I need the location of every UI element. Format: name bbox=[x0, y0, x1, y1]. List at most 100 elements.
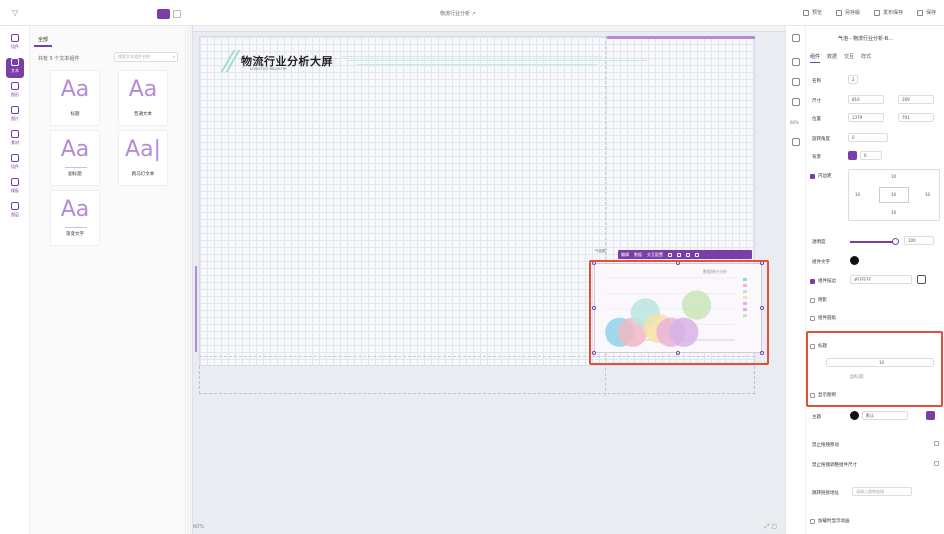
theme-select[interactable]: 默认 bbox=[862, 411, 908, 420]
panel-toggle-button[interactable] bbox=[157, 9, 170, 19]
text-card-normal[interactable]: Aa 普通文本 bbox=[118, 70, 168, 126]
canvas-area[interactable]: 物流行业分析大屏 LOGISTICS INDUSTRY 气泡图 编辑 数据 交互… bbox=[187, 26, 785, 534]
document-title[interactable]: 物流行业分析 ↗ bbox=[440, 10, 476, 17]
rotate-label: 旋转角度 bbox=[812, 137, 830, 142]
pos-y-field[interactable]: 791 bbox=[898, 113, 934, 122]
chart-legend-swatch bbox=[743, 302, 747, 305]
opacity-slider[interactable] bbox=[850, 241, 894, 243]
copy-icon[interactable] bbox=[668, 252, 672, 257]
chart-bubble[interactable] bbox=[681, 290, 712, 320]
save-as-button[interactable]: 另存版 bbox=[835, 9, 860, 16]
zoom-percent[interactable]: 60% bbox=[790, 120, 799, 125]
font-color-label: 组件文字 bbox=[812, 260, 830, 265]
padding-editor[interactable]: 10 10 10 10 10 bbox=[848, 169, 940, 221]
lock-move-checkbox[interactable] bbox=[934, 441, 939, 446]
dashboard-subtitle[interactable]: LOGISTICS INDUSTRY bbox=[250, 67, 287, 71]
zoom-in-icon[interactable] bbox=[792, 98, 800, 106]
text-card-gradient[interactable]: Aa 渐变文字 bbox=[50, 190, 100, 246]
rail-item-images[interactable]: 图片 bbox=[6, 106, 24, 126]
theme-color-swatch[interactable] bbox=[850, 411, 859, 420]
chart-legend-swatch bbox=[743, 314, 747, 317]
rail-item-text[interactable]: 文本 bbox=[6, 58, 24, 78]
app-logo-icon[interactable]: ▽ bbox=[12, 9, 20, 17]
preview-button[interactable]: 预览 bbox=[802, 9, 822, 16]
resize-handle[interactable] bbox=[592, 306, 596, 310]
title-label: 标题 bbox=[818, 344, 827, 349]
text-card-title[interactable]: Aa 标题 bbox=[50, 70, 100, 126]
chart-legend-swatch bbox=[743, 284, 747, 287]
border-checkbox[interactable] bbox=[810, 279, 815, 284]
border-color-swatch[interactable] bbox=[917, 275, 926, 284]
rail-item-materials[interactable]: 素材 bbox=[6, 130, 24, 150]
rail-item-widgets[interactable]: 组件 bbox=[6, 154, 24, 174]
radius-label: 组件圆角 bbox=[818, 316, 836, 321]
brush-icon[interactable] bbox=[792, 58, 800, 66]
width-field[interactable]: 816 bbox=[848, 95, 884, 104]
opacity-value[interactable]: 100 bbox=[904, 236, 934, 245]
chart-legend-swatch bbox=[743, 290, 747, 293]
ruler-vertical[interactable] bbox=[187, 26, 193, 534]
guide-line-horizontal[interactable] bbox=[199, 356, 755, 357]
save-as-icon bbox=[835, 9, 842, 16]
resize-handle[interactable] bbox=[676, 261, 680, 265]
widget-edit-button[interactable]: 编辑 bbox=[621, 252, 629, 258]
grid-icon[interactable] bbox=[792, 78, 800, 86]
assets-count: 共有 5 个文本组件 bbox=[38, 56, 80, 62]
bubble-chart-widget[interactable]: 数据统计分析 bbox=[594, 263, 762, 353]
title-checkbox[interactable] bbox=[810, 344, 815, 349]
height-field[interactable]: 269 bbox=[898, 95, 934, 104]
rail-item-components[interactable]: 组件 bbox=[6, 34, 24, 54]
ruler-horizontal[interactable] bbox=[187, 26, 785, 32]
resize-handle[interactable] bbox=[592, 261, 596, 265]
widget-interaction-button[interactable]: 交互配置 bbox=[647, 252, 663, 258]
resize-handle[interactable] bbox=[676, 351, 680, 355]
rotate-stepper[interactable]: 0 bbox=[848, 133, 888, 142]
opacity-slider-handle[interactable] bbox=[892, 238, 899, 245]
widget-name-label: 气泡图 bbox=[595, 249, 606, 253]
chart-bubble[interactable] bbox=[669, 317, 699, 347]
zoom-out-icon[interactable] bbox=[792, 138, 800, 146]
save-button[interactable]: 保存 bbox=[916, 9, 936, 16]
zoom-level[interactable]: 60% bbox=[193, 524, 204, 530]
text-card-subtitle[interactable]: Aa 副标题 bbox=[50, 130, 100, 186]
rail-item-layers[interactable]: 图层 bbox=[6, 202, 24, 222]
tab-all[interactable]: 全部 bbox=[34, 34, 53, 47]
pos-x-field[interactable]: 1379 bbox=[848, 113, 884, 122]
fit-screen-icon[interactable]: ⤢ ▢ bbox=[765, 523, 777, 531]
rail-item-templates[interactable]: 模板 bbox=[6, 178, 24, 198]
tab-style[interactable]: 样式 bbox=[861, 53, 871, 63]
resize-handle[interactable] bbox=[760, 306, 764, 310]
delete-icon[interactable] bbox=[695, 252, 699, 257]
publish-button[interactable]: 发布保存 bbox=[873, 9, 903, 16]
title-size-field[interactable]: 10 bbox=[826, 358, 934, 367]
widget-data-button[interactable]: 数据 bbox=[634, 252, 642, 258]
rail-item-shapes[interactable]: 图形 bbox=[6, 82, 24, 102]
name-field[interactable]: 2 bbox=[848, 75, 858, 84]
link-input[interactable]: 请输入跳转链接 bbox=[852, 487, 912, 496]
assets-search-input[interactable]: 搜索文本组件名称 bbox=[114, 52, 178, 62]
layout-toggle-button[interactable] bbox=[173, 10, 181, 18]
radius-checkbox[interactable] bbox=[810, 316, 815, 321]
padding-label: 内边距 bbox=[818, 174, 832, 179]
resize-handle[interactable] bbox=[592, 351, 596, 355]
animation-checkbox[interactable] bbox=[810, 519, 815, 524]
tab-interaction[interactable]: 交互 bbox=[844, 53, 854, 63]
border-color-field[interactable]: #FFFFFF bbox=[850, 275, 912, 284]
padding-checkbox[interactable] bbox=[810, 174, 815, 179]
lock-resize-checkbox[interactable] bbox=[934, 461, 939, 466]
props-title: 气泡 - 物流行业分析-B... bbox=[838, 36, 893, 42]
tab-data[interactable]: 数据 bbox=[827, 53, 837, 63]
tab-component[interactable]: 组件 bbox=[810, 53, 821, 63]
background-color-swatch[interactable] bbox=[848, 151, 857, 160]
shadow-checkbox[interactable] bbox=[810, 298, 815, 303]
pointer-icon[interactable] bbox=[792, 34, 800, 42]
background-value[interactable]: 0 bbox=[860, 151, 882, 160]
text-card-marquee[interactable]: Aa| 跑马灯文本 bbox=[118, 130, 168, 186]
lock-icon[interactable] bbox=[677, 252, 681, 257]
font-color-swatch[interactable] bbox=[850, 256, 859, 265]
eye-icon[interactable] bbox=[686, 252, 690, 257]
theme-accent-swatch[interactable] bbox=[926, 411, 935, 420]
resize-handle[interactable] bbox=[760, 351, 764, 355]
resize-handle[interactable] bbox=[760, 261, 764, 265]
legend-checkbox[interactable] bbox=[810, 393, 815, 398]
